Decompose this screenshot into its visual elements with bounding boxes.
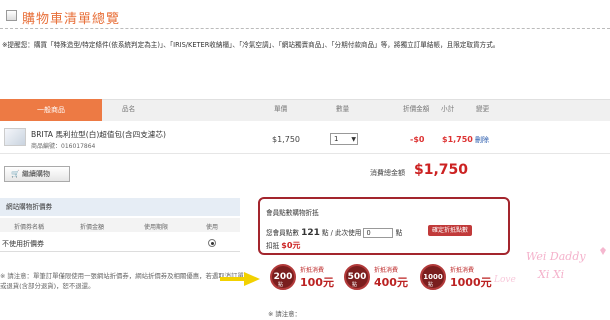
arrow-right-icon [220, 272, 260, 286]
confirm-points-button[interactable]: 確定折抵點數 [428, 225, 473, 236]
header-name: 品名 [122, 105, 136, 113]
unit-price: $1,750 [272, 135, 300, 144]
points-deduct-prefix: 扣抵 [266, 242, 280, 250]
product-name[interactable]: BRITA 馬利拉型(白)超值包(含四支濾芯) [31, 129, 166, 140]
points-deduct-value: $0元 [281, 241, 301, 250]
header-change: 變更 [476, 105, 490, 113]
header-discount: 折價金額 [403, 105, 430, 113]
total-value: $1,750 [414, 162, 469, 178]
reward-badge-200: 200 點 折抵消費 100元 [270, 263, 350, 293]
continue-shopping-label: 繼續購物 [21, 170, 50, 178]
table-header: 品名 單價 數量 折價金額 小計 變更 [0, 103, 610, 117]
coupon-header-use: 使用 [206, 224, 219, 231]
reward-unit: 點 [428, 282, 434, 288]
points-input[interactable]: 0 [363, 228, 394, 238]
subtotal-amount: $1,750 [442, 135, 473, 144]
reward-text: 折抵消費 [374, 267, 399, 274]
points-available-value: 121 [301, 228, 320, 238]
footer-note: ※ 請注意： [268, 310, 301, 318]
coupon-title: 網站購物折價券 [0, 198, 240, 216]
coupon-row-none: 不使用折價券 [0, 238, 240, 252]
notice-text: ※提醒您：購買「特殊造型/特定條件(依系統判定為主)」、「IRIS/KETER收… [2, 41, 500, 49]
delete-link[interactable]: 刪除 [475, 135, 489, 145]
coupon-none-radio[interactable] [208, 239, 216, 247]
cart-icon [6, 10, 17, 21]
cart-icon: 🛒 [11, 170, 22, 178]
watermark-line2: Xi Xi [537, 268, 564, 281]
coupon-note: ※ 請注意：單筆訂單僅限使用一張網站折價券，網站折價券及相關優惠，若遇取消訂單或… [0, 272, 244, 290]
points-input-suffix: 點 [395, 229, 403, 237]
coupon-header-name: 折價券名稱 [14, 224, 45, 231]
continue-shopping-button[interactable]: 🛒 繼續購物 [4, 166, 70, 182]
page-header: 購物車清單總覽 [0, 0, 610, 32]
header-price: 單價 [274, 105, 288, 113]
divider [0, 28, 610, 29]
product-thumbnail[interactable] [4, 128, 26, 146]
watermark-logo: Wei Daddy Xi Xi Love [493, 247, 606, 285]
product-code: 商品編號：016017864 [31, 143, 96, 150]
quantity-select[interactable]: 1 ▼ [330, 133, 358, 145]
coupon-panel: 網站購物折價券 折價券名稱 折價金額 使用期限 使用 不使用折價券 [0, 198, 240, 258]
reward-text: 折抵消費 [300, 267, 325, 274]
points-deduct-line: 扣抵 $0元 [266, 240, 300, 251]
reward-amount: 400元 [374, 276, 408, 289]
coupon-header-expiry: 使用期限 [144, 224, 169, 231]
reward-badge-500: 500 點 折抵消費 400元 [344, 263, 424, 293]
reward-unit: 點 [278, 282, 284, 288]
points-available-line: 您會員點數 121 點 / 此次使用 0 點 [266, 227, 402, 238]
reward-amount: 100元 [300, 276, 334, 289]
watermark-line1: Wei Daddy [526, 250, 586, 263]
points-title: 會員點數購物折抵 [266, 209, 319, 217]
total-label: 消費總金額 [370, 169, 405, 177]
coupon-header-amount: 折價金額 [80, 224, 105, 231]
coupon-table-header: 折價券名稱 折價金額 使用期限 使用 [0, 218, 240, 232]
quantity-value: 1 [334, 135, 339, 143]
page-title: 購物車清單總覽 [22, 12, 121, 27]
header-subtotal: 小計 [441, 105, 455, 113]
reward-unit: 點 [352, 282, 358, 288]
points-available-prefix: 您會員點數 [266, 229, 299, 237]
table-row: BRITA 馬利拉型(白)超值包(含四支濾芯) 商品編號：016017864 $… [0, 122, 610, 154]
coupon-none-label: 不使用折價券 [2, 240, 44, 248]
points-available-suffix: 點 / 此次使用 [321, 229, 362, 237]
discount-amount: -$0 [410, 135, 425, 144]
chevron-down-icon: ▼ [351, 136, 356, 143]
watermark-line3: Love [493, 275, 516, 285]
header-qty: 數量 [336, 105, 350, 113]
